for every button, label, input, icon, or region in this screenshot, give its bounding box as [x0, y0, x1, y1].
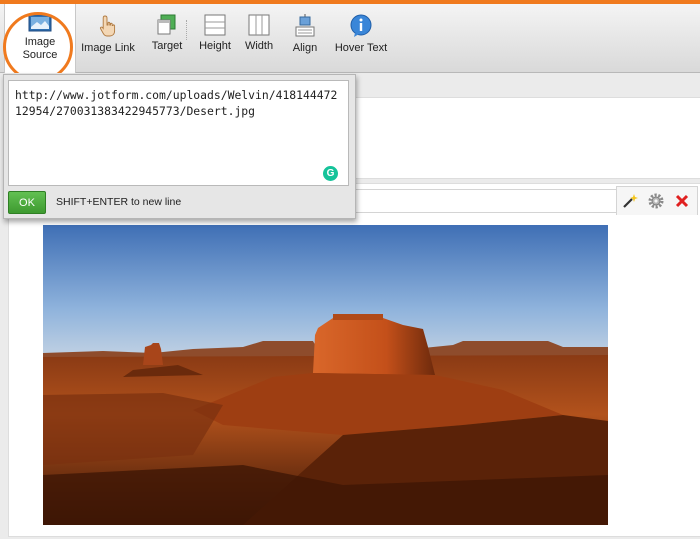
wand-icon[interactable] [621, 192, 639, 210]
height-button[interactable]: Height [196, 4, 234, 72]
desert-image[interactable] [43, 225, 608, 525]
image-source-popup: http://www.jotform.com/uploads/Welvin/41… [3, 74, 356, 219]
target-label: Target [151, 40, 183, 52]
image-url-textarea[interactable]: http://www.jotform.com/uploads/Welvin/41… [8, 80, 349, 186]
newline-hint: SHIFT+ENTER to new line [56, 196, 182, 208]
height-label: Height [199, 40, 231, 52]
ok-button[interactable]: OK [8, 191, 46, 214]
align-button[interactable]: Align [288, 4, 322, 72]
info-icon [350, 14, 372, 37]
width-button[interactable]: Width [242, 4, 276, 72]
align-label: Align [292, 42, 318, 54]
field-controls [616, 186, 698, 215]
width-label: Width [244, 40, 274, 52]
field-label-input[interactable] [354, 189, 617, 213]
delete-icon[interactable] [673, 192, 691, 210]
target-window-icon [157, 14, 176, 35]
hand-pointer-icon [99, 15, 116, 37]
image-link-label: Image Link [81, 42, 135, 54]
grammarly-badge[interactable]: G [323, 166, 338, 181]
align-icon [295, 14, 315, 37]
width-icon [248, 14, 270, 36]
hover-text-label: Hover Text [334, 42, 388, 54]
highlight-circle [3, 12, 73, 82]
target-button[interactable]: Target [146, 4, 188, 72]
image-link-button[interactable]: Image Link [80, 4, 136, 72]
height-icon [204, 14, 226, 36]
gear-icon[interactable] [647, 192, 665, 210]
toolbar-separator [186, 20, 187, 40]
image-properties-toolbar: Image Source Image Link Target Height Wi… [0, 4, 700, 82]
hover-text-button[interactable]: Hover Text [332, 4, 390, 72]
